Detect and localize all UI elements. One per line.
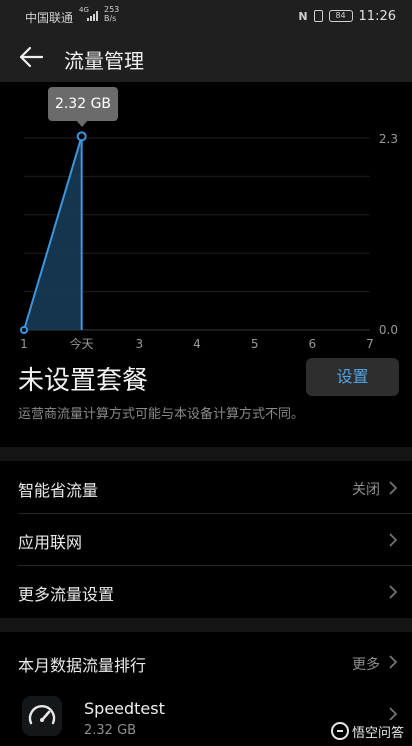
nfc-icon: N bbox=[298, 9, 308, 23]
y-tick-label: 0.0 bbox=[379, 323, 398, 337]
set-plan-button[interactable]: 设置 bbox=[306, 358, 399, 396]
chevron-right-icon[interactable] bbox=[388, 654, 398, 670]
app-name: Speedtest bbox=[84, 699, 165, 718]
more-data-settings-row[interactable]: 更多流量设置 bbox=[0, 566, 412, 618]
plan-status-title: 未设置套餐 bbox=[18, 366, 149, 396]
row-label: 智能省流量 bbox=[18, 481, 99, 500]
usage-chart: 1 今天 3 4 5 6 7 2.3 0.0 2.32 GB bbox=[0, 82, 412, 352]
watermark: 悟空问答 bbox=[326, 720, 408, 742]
x-tick-label: 1 bbox=[20, 337, 28, 351]
section-divider bbox=[0, 618, 412, 632]
plan-note: 运营商流量计算方式可能与本设备计算方式不同。 bbox=[18, 407, 305, 422]
network-speed-unit: B/s bbox=[104, 14, 117, 23]
x-tick-label: 3 bbox=[136, 337, 144, 351]
ranking-title: 本月数据流量排行 bbox=[18, 656, 147, 675]
app-header: 流量管理 bbox=[0, 32, 412, 82]
chevron-right-icon bbox=[389, 481, 398, 495]
app-networking-row[interactable]: 应用联网 bbox=[0, 514, 412, 566]
signal-icon bbox=[87, 11, 99, 21]
chart-tooltip: 2.32 GB bbox=[48, 87, 118, 121]
x-tick-label: 6 bbox=[309, 337, 317, 351]
row-label: 应用联网 bbox=[18, 533, 83, 552]
x-tick-label: 5 bbox=[251, 337, 259, 351]
chart-tooltip-arrow bbox=[76, 120, 88, 127]
smart-data-saver-row[interactable]: 智能省流量 关闭 bbox=[0, 462, 412, 514]
status-icons: N 84 11:26 bbox=[298, 8, 396, 24]
y-tick-label: 2.3 bbox=[379, 132, 398, 146]
ranking-more-link[interactable]: 更多 bbox=[352, 654, 380, 674]
x-tick-label: 今天 bbox=[70, 336, 94, 351]
carrier-name: 中国联通 bbox=[25, 11, 74, 25]
network-speed: 253 B/s bbox=[104, 5, 119, 23]
network-speed-value: 253 bbox=[104, 5, 120, 14]
chevron-right-icon bbox=[389, 533, 398, 547]
data-point bbox=[20, 326, 28, 334]
x-tick-label: 4 bbox=[193, 337, 201, 351]
clock: 11:26 bbox=[358, 8, 396, 24]
status-bar: 中国联通 4G 253 B/s N 84 11:26 bbox=[0, 0, 412, 32]
watermark-text: 悟空问答 bbox=[351, 725, 404, 741]
page-title: 流量管理 bbox=[64, 49, 144, 73]
usage-chart-svg: 1 今天 3 4 5 6 7 2.3 0.0 bbox=[20, 131, 398, 351]
row-label: 更多流量设置 bbox=[18, 585, 115, 604]
data-point bbox=[76, 131, 87, 142]
x-tick-label: 7 bbox=[366, 337, 374, 351]
chevron-right-icon bbox=[389, 585, 398, 599]
back-arrow-icon[interactable] bbox=[18, 45, 44, 69]
wukong-logo-icon bbox=[330, 722, 349, 740]
row-value: 关闭 bbox=[352, 482, 380, 498]
section-divider bbox=[0, 447, 412, 461]
vibrate-icon bbox=[313, 10, 323, 22]
battery-icon: 84 bbox=[328, 10, 353, 22]
speedometer-icon bbox=[22, 696, 62, 736]
app-data-usage: 2.32 GB bbox=[84, 723, 137, 738]
